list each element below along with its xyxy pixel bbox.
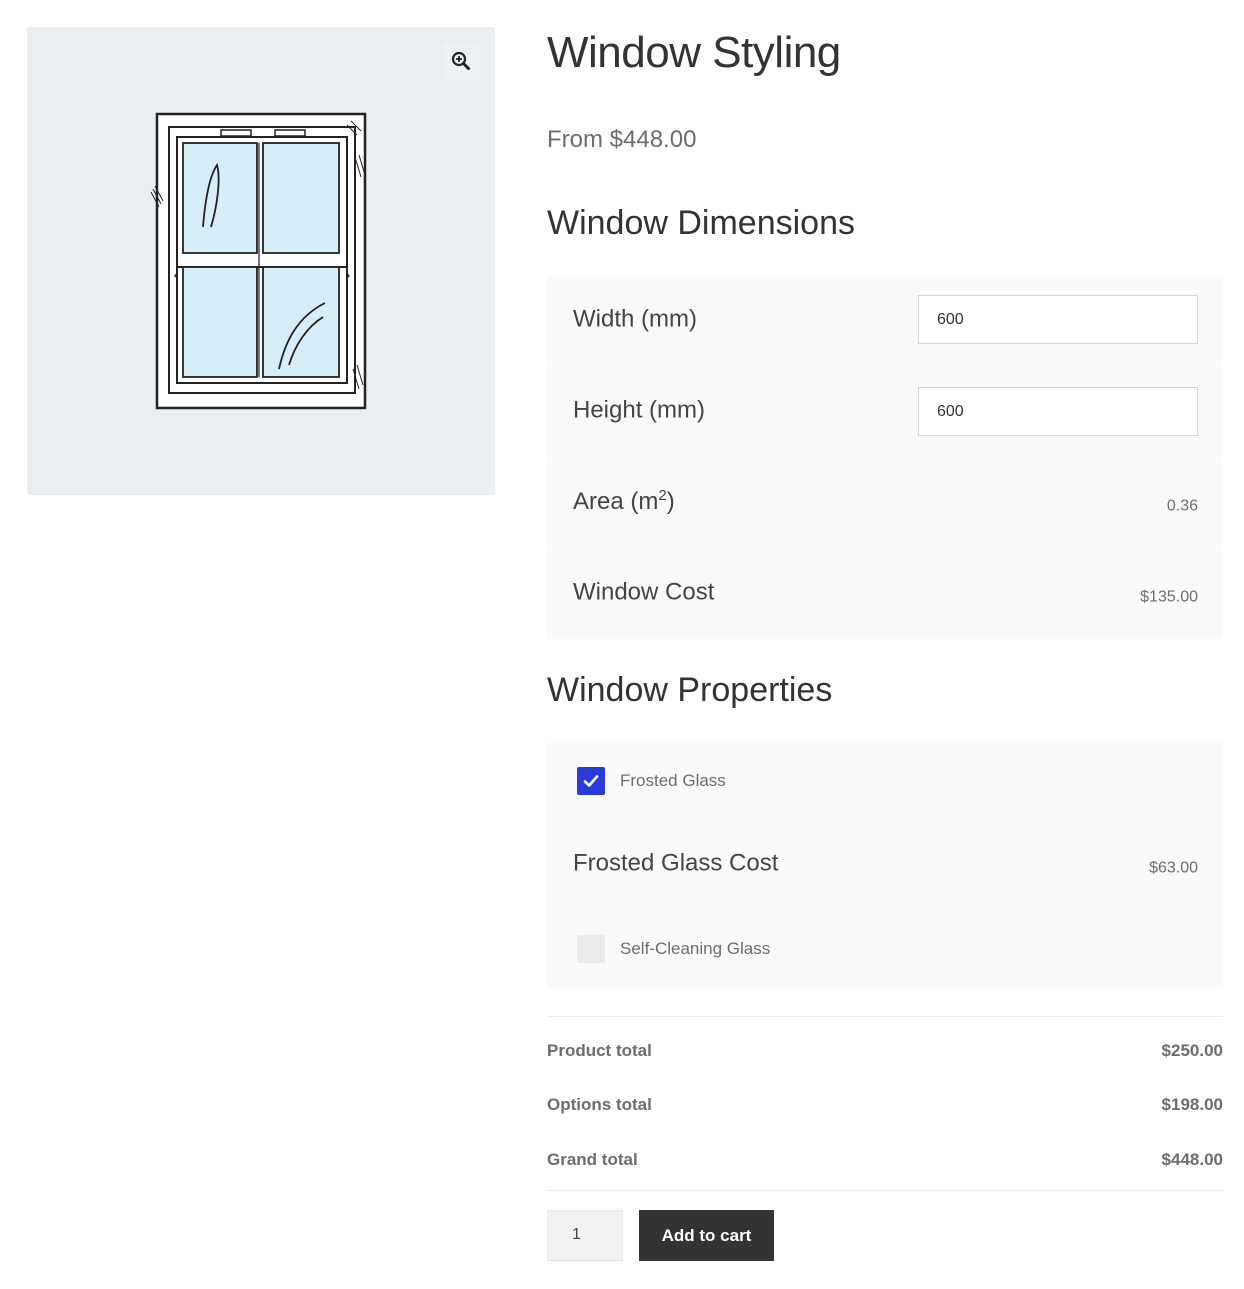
area-value: 0.36 (1166, 497, 1198, 515)
add-to-cart-button[interactable]: Add to cart (639, 1210, 774, 1261)
window-cost-label: Window Cost (573, 578, 715, 606)
width-input[interactable] (918, 295, 1198, 344)
section-title-properties: Window Properties (547, 671, 833, 709)
height-label: Height (mm) (573, 396, 706, 424)
grand-total-label: Grand total (547, 1150, 638, 1169)
quantity-input[interactable] (547, 1210, 623, 1261)
product-total-value: $250.00 (1161, 1041, 1223, 1060)
grand-total-row: Grand total $448.00 (547, 1150, 1223, 1174)
product-total-label: Product total (547, 1041, 652, 1060)
frosted-glass-label: Frosted Glass (620, 771, 726, 790)
width-row: Width (mm) (547, 275, 1223, 366)
self-cleaning-glass-row[interactable]: Self-Cleaning Glass (547, 910, 1223, 988)
product-price: From $448.00 (547, 126, 697, 153)
area-superscript: 2 (658, 487, 667, 505)
width-label: Width (mm) (573, 305, 697, 333)
area-label-text: Area (m (573, 488, 659, 516)
options-total-label: Options total (547, 1095, 652, 1114)
section-title-dimensions: Window Dimensions (547, 204, 855, 242)
options-total-row: Options total $198.00 (547, 1095, 1223, 1119)
checkmark-icon (583, 775, 599, 787)
area-label: Area (m2) (573, 487, 675, 516)
height-input[interactable] (918, 387, 1198, 436)
frosted-glass-row[interactable]: Frosted Glass (547, 743, 1223, 819)
frosted-glass-cost-label: Frosted Glass Cost (573, 849, 779, 877)
area-label-end: ) (666, 488, 675, 516)
order-totals: Product total $250.00 Options total $198… (547, 1016, 1223, 1191)
properties-fields: Frosted Glass Frosted Glass Cost $63.00 … (547, 743, 1223, 988)
options-total-value: $198.00 (1161, 1095, 1223, 1114)
zoom-button[interactable] (443, 43, 479, 79)
frosted-glass-checkbox[interactable] (577, 767, 605, 795)
product-total-row: Product total $250.00 (547, 1041, 1223, 1065)
zoom-in-icon (451, 51, 470, 70)
window-cost-value: $135.00 (1140, 588, 1198, 606)
frosted-glass-cost-value: $63.00 (1149, 859, 1198, 877)
self-cleaning-glass-label: Self-Cleaning Glass (620, 939, 771, 958)
product-title: Window Styling (547, 28, 841, 77)
product-gallery (27, 27, 495, 495)
frosted-glass-cost-row: Frosted Glass Cost $63.00 (547, 819, 1223, 910)
self-cleaning-glass-checkbox[interactable] (577, 935, 605, 963)
window-image[interactable] (147, 107, 377, 417)
window-cost-row: Window Cost $135.00 (547, 548, 1223, 639)
area-row: Area (m2) 0.36 (547, 457, 1223, 548)
height-row: Height (mm) (547, 366, 1223, 457)
grand-total-value: $448.00 (1161, 1150, 1223, 1169)
dimensions-fields: Width (mm) Height (mm) Area (m2) 0.36 Wi… (547, 275, 1223, 639)
